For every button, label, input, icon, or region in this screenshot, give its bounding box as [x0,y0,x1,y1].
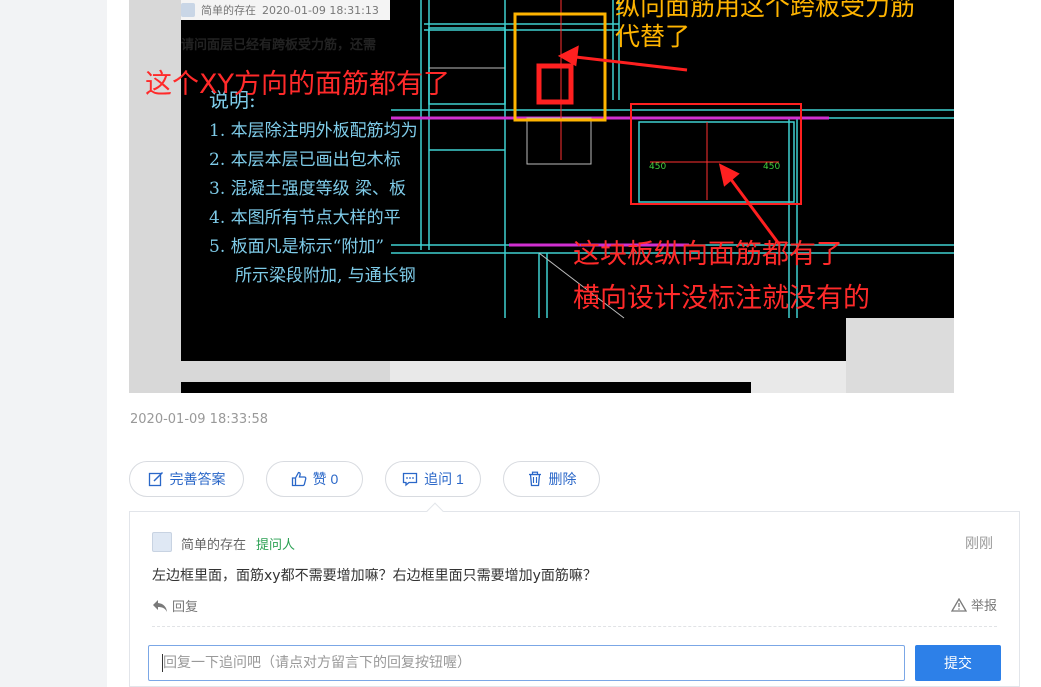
follow-up-button[interactable]: 追问 1 [385,461,481,497]
trash-icon [528,471,541,487]
edit-icon [148,471,163,487]
chat-bubble-icon [403,472,418,487]
like-label: 赞 0 [312,471,339,487]
follow-up-question-text: 左边框里面，面筋xy都不需要增加嘛？右边框里面只需要增加y面筋嘛？ [152,568,597,584]
annotation-red-line2: 横向设计没标注就没有的 [573,283,870,314]
annotation-red-line1: 这块板纵向面筋都有了 [573,239,843,270]
like-button[interactable]: 赞 0 [266,461,363,497]
delete-button[interactable]: 删除 [503,461,600,497]
follow-up-time: 刚刚 [965,536,993,552]
submit-button[interactable]: 提交 [915,645,1001,681]
answer-timestamp: 2020-01-09 18:33:58 [130,412,269,427]
warning-icon [950,597,967,612]
improve-answer-label: 完善答案 [169,471,226,487]
cad-note-item: 所示梁段附加, 与通长钢 [235,266,416,286]
asker-badge: 提问人 [256,538,296,553]
answer-screenshot-image[interactable]: 简单的存在 2020-01-09 18:31:13 请问面层已经有跨板受力筋，还… [129,0,954,393]
annotation-yellow-line2: 代替了 [615,22,691,51]
follow-up-panel: 简单的存在 提问人 刚刚 左边框里面，面筋xy都不需要增加嘛？右边框里面只需要增… [129,502,1020,687]
cad-notes: 说明: 1. 本层除注明外板配筋均为 2. 本层本层已画出包木标 3. 混凝土强… [209,86,418,291]
reply-link[interactable]: 回复 [152,596,198,615]
cad-note-item: 1. 本层除注明外板配筋均为 [209,121,418,141]
divider [152,626,997,627]
text-caret [162,654,163,672]
thumbs-up-icon [291,471,307,487]
delete-label: 删除 [548,471,577,487]
reply-label: 回复 [172,600,199,615]
follow-up-username[interactable]: 简单的存在 [181,534,246,553]
dimension-label-left: 450 [649,162,667,172]
cad-note-item: 4. 本图所有节点大样的平 [209,208,401,228]
annotation-xy: 这个XY方向的面筋都有了 [145,69,450,100]
reply-input[interactable] [148,645,905,681]
follow-up-label: 追问 1 [424,471,464,487]
report-label: 举报 [970,599,997,614]
avatar[interactable] [152,532,172,552]
report-link[interactable]: 举报 [950,595,997,614]
reply-arrow-icon [153,599,167,612]
improve-answer-button[interactable]: 完善答案 [129,461,244,497]
cad-note-item: 3. 混凝土强度等级 梁、板 [209,179,407,199]
dimension-label-right: 450 [763,162,781,172]
annotation-yellow-line1: 纵向面筋用这个跨板受力筋 [615,0,916,21]
cad-note-item: 2. 本层本层已画出包木标 [209,150,401,170]
cad-note-item: 5. 板面凡是标示“附加” [209,237,385,257]
